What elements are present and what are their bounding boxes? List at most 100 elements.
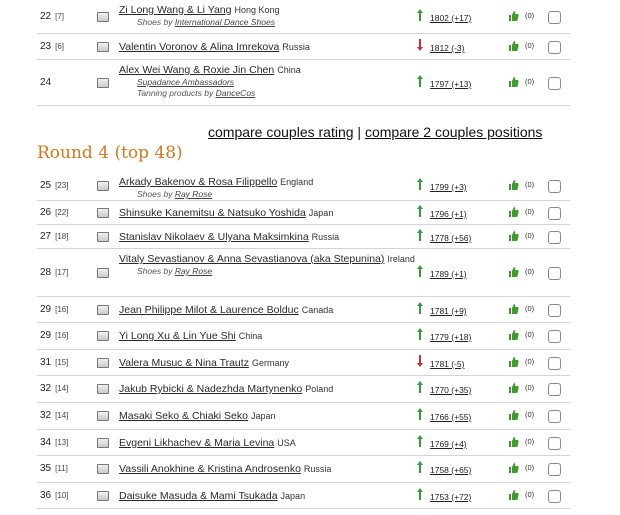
select-checkbox[interactable] <box>548 357 561 370</box>
video-icon[interactable] <box>97 12 109 22</box>
rating-value-link[interactable]: 1758 (+65) <box>430 464 471 476</box>
rating-value-link[interactable]: 1796 (+1) <box>430 208 467 220</box>
rating-up-arrow-icon <box>417 178 423 190</box>
rating-value-link[interactable]: 1781 (+9) <box>430 305 467 317</box>
rating-value-link[interactable]: 1797 (+13) <box>430 78 471 90</box>
rank-number: 27 <box>40 231 52 242</box>
couple-name-link[interactable]: Daisuke Masuda & Mami Tsukada <box>119 490 278 502</box>
ranking-row: 28 [17] Vitaly Sevastianov & Anna Sevastia… <box>37 249 570 297</box>
thumbs-up-icon[interactable] <box>509 383 519 393</box>
sponsor-link[interactable]: International Dance Shoes <box>175 17 275 27</box>
video-icon[interactable] <box>97 232 109 242</box>
ranking-row: 32 [14] Masaki Seko & Chiaki Seko Japan 1766… <box>37 403 570 430</box>
previous-rank: [18] <box>55 232 69 241</box>
rating-up-arrow-icon <box>417 461 423 473</box>
rating-down-arrow-icon <box>417 39 423 51</box>
thumbs-up-icon[interactable] <box>509 231 519 241</box>
couple-name-link[interactable]: Arkady Bakenov & Rosa Filippello <box>119 176 277 188</box>
couple-name-link[interactable]: Zi Long Wang & Li Yang <box>119 4 231 16</box>
couple-name-link[interactable]: Shinsuke Kanemitsu & Natsuko Yoshida <box>119 207 306 219</box>
video-icon[interactable] <box>97 42 109 52</box>
rating-value-link[interactable]: 1778 (+56) <box>430 232 471 244</box>
select-checkbox[interactable] <box>548 304 561 317</box>
couple-name-link[interactable]: Valentin Voronov & Alina Imrekova <box>119 41 279 53</box>
rank-number: 32 <box>40 410 52 421</box>
rating-value-link[interactable]: 1766 (+55) <box>430 411 471 423</box>
sponsor-link[interactable]: Ray Rose <box>175 266 212 276</box>
select-checkbox[interactable] <box>548 330 561 343</box>
select-checkbox[interactable] <box>548 463 561 476</box>
country-label: Japan <box>308 208 334 218</box>
select-checkbox[interactable] <box>548 180 561 193</box>
thumbs-up-icon[interactable] <box>509 11 519 21</box>
couple-name-link[interactable]: Jakub Rybicki & Nadezhda Martynenko <box>119 383 302 395</box>
previous-rank: [7] <box>55 12 65 21</box>
thumbs-up-icon[interactable] <box>509 267 519 277</box>
thumbs-up-icon[interactable] <box>509 463 519 473</box>
select-checkbox[interactable] <box>548 231 561 244</box>
couple-name-link[interactable]: Evgeni Likhachev & Maria Levina <box>119 437 274 449</box>
rating-value-link[interactable]: 1799 (+3) <box>430 181 467 193</box>
select-checkbox[interactable] <box>548 207 561 220</box>
select-checkbox[interactable] <box>548 11 561 24</box>
thumbs-up-icon[interactable] <box>509 490 519 500</box>
video-icon[interactable] <box>97 438 109 448</box>
thumbs-up-icon[interactable] <box>509 77 519 87</box>
couple-name-link[interactable]: Vassili Anokhine & Kristina Androsenko <box>119 463 301 475</box>
couple-name-link[interactable]: Masaki Seko & Chiaki Seko <box>119 410 248 422</box>
couple-name-link[interactable]: Alex Wei Wang & Roxie Jin Chen <box>119 64 274 76</box>
select-checkbox[interactable] <box>548 490 561 503</box>
rating-value-link[interactable]: 1789 (+1) <box>430 268 467 280</box>
rank-number: 25 <box>40 180 52 191</box>
video-icon[interactable] <box>97 331 109 341</box>
sponsor-link[interactable]: Supadance Ambassadors <box>137 77 234 87</box>
thumbs-up-icon[interactable] <box>509 304 519 314</box>
couple-name-link[interactable]: Jean Philippe Milot & Laurence Bolduc <box>119 304 299 316</box>
rating-value-link[interactable]: 1812 (-3) <box>430 42 465 54</box>
previous-rank: [14] <box>55 411 69 420</box>
select-checkbox[interactable] <box>548 437 561 450</box>
rating-value-link[interactable]: 1779 (+18) <box>430 331 471 343</box>
select-checkbox[interactable] <box>548 383 561 396</box>
select-checkbox[interactable] <box>548 267 561 280</box>
couple-name-link[interactable]: Yi Long Xu & Lin Yue Shi <box>119 330 236 342</box>
rating-up-arrow-icon <box>417 75 423 87</box>
video-icon[interactable] <box>97 181 109 191</box>
couple-cell: Valera Musuc & Nina Trautz Germany <box>119 357 420 370</box>
thumbs-up-icon[interactable] <box>509 41 519 51</box>
rating-value-link[interactable]: 1770 (+35) <box>430 384 471 396</box>
ranking-row: 23 [6] Valentin Voronov & Alina Imrekova Ru… <box>37 34 570 60</box>
couple-name-link[interactable]: Stanislav Nikolaev & Ulyana Maksimkina <box>119 231 309 243</box>
thumbs-up-icon[interactable] <box>509 180 519 190</box>
thumbs-up-icon[interactable] <box>509 330 519 340</box>
couple-name-link[interactable]: Vitaly Sevastianov & Anna Sevastianova (… <box>119 253 384 265</box>
sponsor-link[interactable]: Ray Rose <box>175 189 212 199</box>
video-icon[interactable] <box>97 208 109 218</box>
sponsor-link[interactable]: DanceCos <box>216 88 256 98</box>
compare-couples-positions-link[interactable]: compare 2 couples positions <box>365 124 542 140</box>
select-checkbox[interactable] <box>548 77 561 90</box>
video-icon[interactable] <box>97 464 109 474</box>
couple-name-link[interactable]: Valera Musuc & Nina Trautz <box>119 357 249 369</box>
video-icon[interactable] <box>97 305 109 315</box>
previous-rank: [16] <box>55 305 69 314</box>
thumbs-up-icon[interactable] <box>509 437 519 447</box>
video-icon[interactable] <box>97 268 109 278</box>
rating-value-link[interactable]: 1802 (+17) <box>430 12 471 24</box>
rating-value-link[interactable]: 1753 (+72) <box>430 491 471 503</box>
rating-value-link[interactable]: 1781 (-5) <box>430 358 465 370</box>
thumbs-up-icon[interactable] <box>509 357 519 367</box>
compare-couples-rating-link[interactable]: compare couples rating <box>208 124 354 140</box>
thumbs-up-icon[interactable] <box>509 410 519 420</box>
rating-value-link[interactable]: 1769 (+4) <box>430 438 467 450</box>
select-checkbox[interactable] <box>548 410 561 423</box>
select-checkbox[interactable] <box>548 41 561 54</box>
video-icon[interactable] <box>97 358 109 368</box>
ranking-row: 29 [16] Yi Long Xu & Lin Yue Shi China 1779 … <box>37 323 570 350</box>
video-icon[interactable] <box>97 384 109 394</box>
video-icon[interactable] <box>97 491 109 501</box>
video-icon[interactable] <box>97 411 109 421</box>
video-icon[interactable] <box>97 78 109 88</box>
thumbs-up-icon[interactable] <box>509 207 519 217</box>
rating-up-arrow-icon <box>417 9 423 21</box>
